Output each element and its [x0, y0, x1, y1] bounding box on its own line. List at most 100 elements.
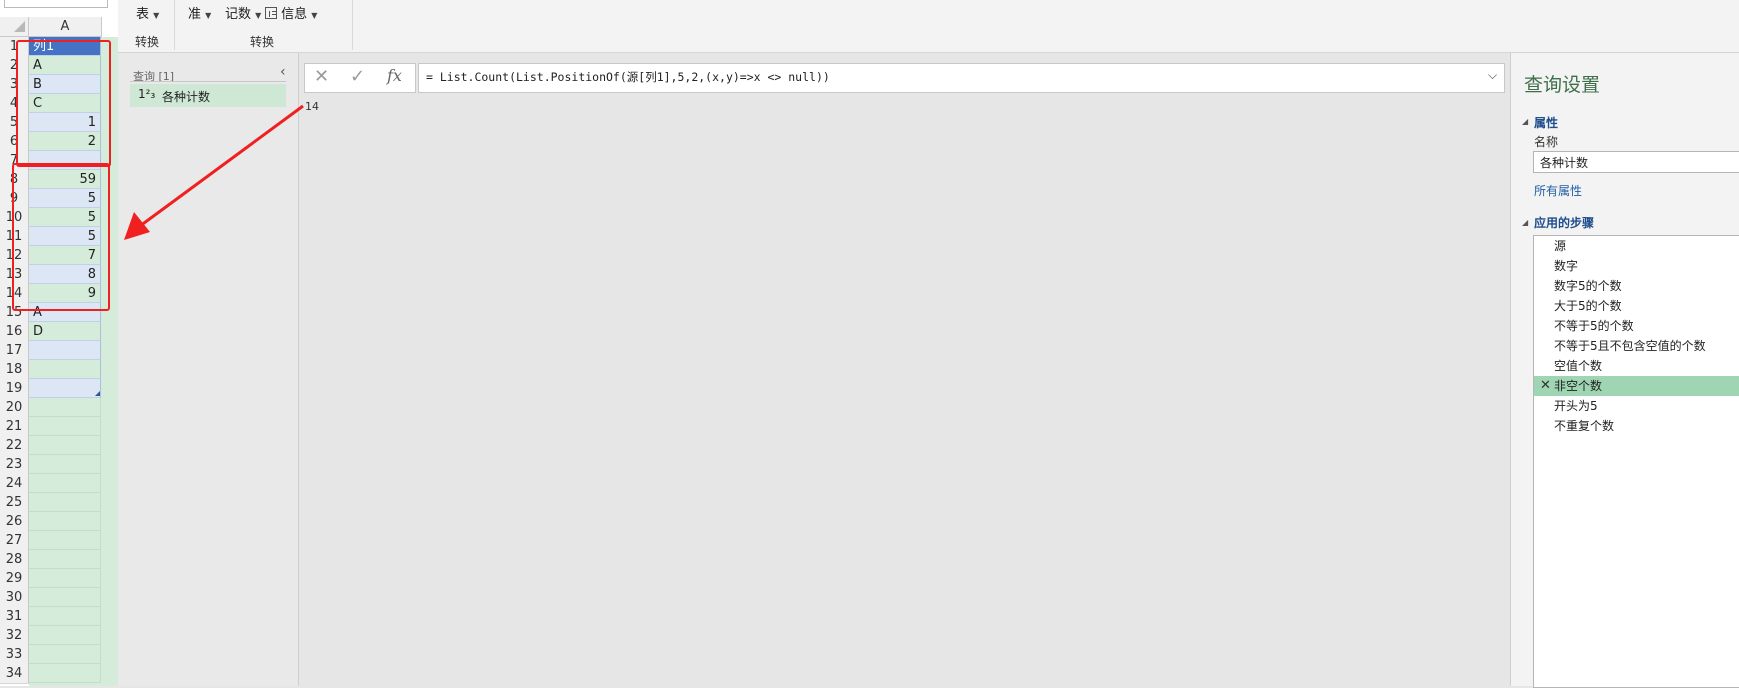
info-grid-icon: [265, 7, 277, 19]
ribbon-button-standard[interactable]: 准 ▼: [188, 3, 211, 22]
row-header[interactable]: 31: [0, 607, 29, 627]
row-header[interactable]: 20: [0, 398, 29, 418]
row-header[interactable]: 19: [0, 379, 29, 399]
empty-cell[interactable]: [29, 664, 101, 683]
delete-step-icon[interactable]: ✕: [1540, 376, 1551, 396]
name-label: 名称: [1534, 135, 1559, 149]
row-header[interactable]: 23: [0, 455, 29, 475]
ribbon-separator: [174, 0, 175, 50]
applied-step-label: 大于5的个数: [1554, 299, 1622, 313]
empty-cell[interactable]: [29, 531, 101, 550]
row-header[interactable]: 21: [0, 417, 29, 437]
applied-step[interactable]: 不等于5的个数: [1534, 316, 1739, 336]
ribbon-button-standard-label: 准: [188, 7, 202, 22]
annotation-box-bottom: [12, 163, 110, 311]
ribbon: 表 ▼ 转换 准 ▼ 记数 ▼ 信息 ▼ 转换: [118, 0, 1739, 53]
empty-cell[interactable]: [29, 417, 101, 436]
applied-step-label: 不重复个数: [1554, 419, 1615, 433]
row-header[interactable]: 16: [0, 322, 29, 342]
collapse-pane-icon[interactable]: ‹: [280, 64, 286, 80]
row-header[interactable]: 34: [0, 664, 29, 684]
chevron-down-icon: ▼: [255, 11, 262, 20]
applied-step-label: 开头为5: [1554, 399, 1598, 413]
chevron-down-icon: ▼: [153, 11, 160, 20]
formula-text: = List.Count(List.PositionOf(源[列1],5,2,(…: [426, 70, 830, 84]
empty-cell[interactable]: [29, 607, 101, 626]
table-resize-handle[interactable]: [95, 391, 100, 396]
table-cell[interactable]: [29, 341, 101, 360]
table-cell[interactable]: [29, 360, 101, 379]
empty-cell[interactable]: [29, 588, 101, 607]
excel-sheet: A 1 2 3 4 5 6 7 8 9 10 11 12 13 14 15 16 17 18 19 20 21 22 23 2…: [0, 0, 119, 686]
row-header[interactable]: 29: [0, 569, 29, 589]
chevron-down-icon: ▼: [311, 11, 318, 20]
empty-cell[interactable]: [29, 626, 101, 645]
name-box[interactable]: [4, 0, 108, 8]
applied-step-label: 不等于5且不包含空值的个数: [1554, 339, 1706, 353]
query-name-input[interactable]: [1533, 151, 1739, 173]
ribbon-group-label-1: 转换: [135, 35, 160, 49]
expand-formula-chevron-icon[interactable]: ⌵: [1488, 68, 1497, 83]
ribbon-button-count[interactable]: 记数 ▼: [225, 3, 261, 22]
fx-icon[interactable]: fx: [387, 66, 402, 85]
empty-cell[interactable]: [29, 436, 101, 455]
applied-step-label: 不等于5的个数: [1554, 319, 1634, 333]
row-header[interactable]: 33: [0, 645, 29, 665]
queries-pane: [118, 53, 299, 686]
cancel-icon[interactable]: ✕: [314, 66, 329, 87]
empty-cell[interactable]: [29, 455, 101, 474]
row-header[interactable]: 32: [0, 626, 29, 646]
settings-title: 查询设置: [1524, 74, 1601, 96]
applied-step-label: 空值个数: [1554, 359, 1603, 373]
applied-step[interactable]: ✕ 非空个数: [1534, 376, 1739, 396]
ribbon-button-table-label: 表: [136, 7, 150, 22]
ribbon-button-info-label: 信息: [281, 7, 308, 22]
ribbon-button-info[interactable]: 信息 ▼: [265, 3, 317, 22]
query-result-value: 14: [305, 100, 319, 113]
table-cell[interactable]: [29, 379, 101, 398]
row-header[interactable]: 25: [0, 493, 29, 513]
applied-step-label: 源: [1554, 239, 1567, 253]
applied-steps-header[interactable]: 应用的步骤: [1534, 214, 1594, 231]
confirm-icon[interactable]: ✓: [350, 66, 365, 87]
applied-step[interactable]: 源: [1534, 236, 1739, 256]
column-header-a[interactable]: A: [29, 17, 102, 37]
table-cell[interactable]: D: [29, 322, 101, 341]
empty-cell[interactable]: [29, 550, 101, 569]
ribbon-button-count-label: 记数: [225, 7, 252, 22]
number-type-icon: 1²₃: [138, 87, 156, 101]
annotation-box-top: [16, 40, 111, 167]
applied-step[interactable]: 大于5的个数: [1534, 296, 1739, 316]
queries-divider: [130, 81, 286, 82]
ribbon-button-table[interactable]: 表 ▼: [136, 3, 159, 22]
row-header[interactable]: 17: [0, 341, 29, 361]
select-all-triangle-icon: [14, 21, 25, 32]
applied-step[interactable]: 不重复个数: [1534, 416, 1739, 436]
empty-cell[interactable]: [29, 474, 101, 493]
row-header[interactable]: 26: [0, 512, 29, 532]
row-header[interactable]: 28: [0, 550, 29, 570]
ribbon-separator: [352, 0, 353, 50]
row-header[interactable]: 27: [0, 531, 29, 551]
applied-step-label: 非空个数: [1554, 379, 1603, 393]
applied-step[interactable]: 数字5的个数: [1534, 276, 1739, 296]
row-header[interactable]: 30: [0, 588, 29, 608]
collapse-triangle-icon[interactable]: ◢: [1522, 218, 1528, 227]
applied-step[interactable]: 数字: [1534, 256, 1739, 276]
empty-cell[interactable]: [29, 512, 101, 531]
applied-step[interactable]: 不等于5且不包含空值的个数: [1534, 336, 1739, 356]
row-header[interactable]: 22: [0, 436, 29, 456]
properties-header[interactable]: 属性: [1534, 114, 1558, 131]
row-header[interactable]: 18: [0, 360, 29, 380]
applied-step[interactable]: 空值个数: [1534, 356, 1739, 376]
row-header[interactable]: 24: [0, 474, 29, 494]
collapse-triangle-icon[interactable]: ◢: [1522, 117, 1528, 126]
applied-step[interactable]: 开头为5: [1534, 396, 1739, 416]
ribbon-group-label-2: 转换: [250, 35, 275, 49]
empty-cell[interactable]: [29, 645, 101, 664]
applied-step-label: 数字: [1554, 259, 1579, 273]
empty-cell[interactable]: [29, 398, 101, 417]
empty-cell[interactable]: [29, 493, 101, 512]
all-properties-link[interactable]: 所有属性: [1534, 182, 1582, 199]
empty-cell[interactable]: [29, 569, 101, 588]
